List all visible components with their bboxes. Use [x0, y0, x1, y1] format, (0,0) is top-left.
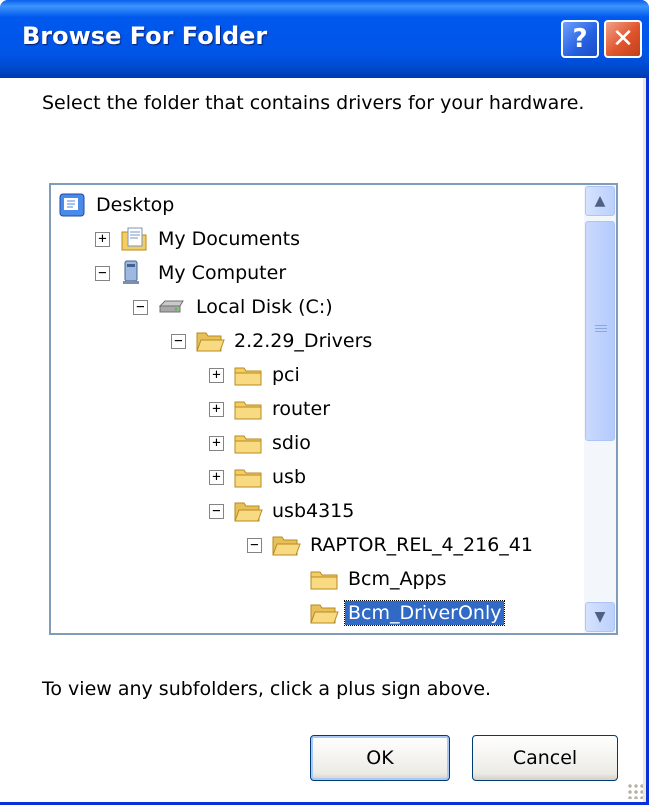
instruction-text: Select the folder that contains drivers … [42, 92, 585, 114]
collapse-icon[interactable]: − [247, 537, 262, 553]
expand-icon[interactable]: + [209, 469, 224, 485]
folder-icon [233, 396, 263, 422]
resize-grip-icon[interactable] [627, 783, 643, 799]
tree-item-label: usb [272, 466, 307, 488]
tree-item[interactable]: Bcm_Apps [285, 564, 450, 594]
tree-item-label: pci [272, 364, 300, 386]
disk-drive-icon [157, 294, 187, 320]
collapse-icon[interactable]: − [171, 333, 186, 349]
folder-open-icon [195, 328, 225, 354]
expand-icon[interactable]: + [209, 367, 224, 383]
tree-item[interactable]: + usb [209, 462, 309, 492]
folder-icon [233, 362, 263, 388]
collapse-icon[interactable]: − [95, 265, 110, 281]
tree-item[interactable]: − Local Disk (C:) [133, 292, 336, 322]
tree-item[interactable]: − usb4315 [209, 496, 357, 526]
tree-item[interactable]: + pci [209, 360, 303, 390]
folder-open-icon [309, 600, 339, 626]
tree-item-label: My Computer [158, 262, 287, 284]
my-documents-icon [119, 226, 149, 252]
expand-icon[interactable]: + [209, 435, 224, 451]
folder-icon [233, 430, 263, 456]
close-button[interactable]: ✕ [604, 20, 642, 58]
folder-open-icon [271, 532, 301, 558]
tree-item[interactable]: − My Computer [95, 258, 289, 288]
tree-item[interactable]: Bcm_DriverOnly [285, 598, 506, 628]
folder-open-icon [233, 498, 263, 524]
collapse-icon[interactable]: − [209, 503, 224, 519]
title-bar[interactable]: Browse For Folder ? ✕ [0, 0, 649, 78]
desktop-icon [57, 192, 87, 218]
grip-icon [595, 325, 607, 334]
expand-icon[interactable]: + [209, 401, 224, 417]
help-icon: ? [572, 24, 588, 54]
tree-item-label: Local Disk (C:) [196, 296, 333, 318]
tree-item[interactable]: + router [209, 394, 333, 424]
tree-item-label: usb4315 [272, 500, 355, 522]
tree-item-label-selected: Bcm_DriverOnly [343, 600, 506, 626]
ok-button[interactable]: OK [310, 735, 450, 781]
collapse-icon[interactable]: − [133, 299, 148, 315]
tree-item-label: sdio [272, 432, 311, 454]
tree-item-label: Desktop [96, 194, 175, 216]
vertical-scrollbar[interactable]: ▲ ▼ [584, 185, 616, 633]
scroll-up-button[interactable]: ▲ [585, 186, 615, 216]
folder-tree[interactable]: Desktop + My Documents − My Computer − Local D… [49, 183, 618, 635]
tree-item[interactable]: − RAPTOR_REL_4_216_41 [247, 530, 536, 560]
cancel-button[interactable]: Cancel [472, 735, 618, 781]
chevron-down-icon: ▼ [594, 609, 606, 625]
folder-icon [233, 464, 263, 490]
scroll-thumb[interactable] [585, 221, 615, 441]
tree-item-label: My Documents [158, 228, 301, 250]
help-button[interactable]: ? [561, 20, 599, 58]
close-icon: ✕ [612, 24, 634, 54]
tree-item[interactable]: + sdio [209, 428, 314, 458]
tree-item[interactable]: + My Documents [95, 224, 303, 254]
tree-item-label: RAPTOR_REL_4_216_41 [310, 534, 533, 556]
tree-item[interactable]: Desktop [57, 190, 177, 220]
tree-item-label: router [272, 398, 331, 420]
hint-text: To view any subfolders, click a plus sig… [42, 678, 492, 700]
expand-icon[interactable]: + [95, 231, 110, 247]
scroll-down-button[interactable]: ▼ [585, 602, 615, 632]
folder-icon [309, 566, 339, 592]
tree-item-label: 2.2.29_Drivers [234, 330, 373, 352]
tree-item[interactable]: − 2.2.29_Drivers [171, 326, 375, 356]
tree-item-label: Bcm_Apps [348, 568, 447, 590]
my-computer-icon [119, 260, 149, 286]
window-title: Browse For Folder [22, 22, 268, 50]
chevron-up-icon: ▲ [594, 193, 606, 209]
